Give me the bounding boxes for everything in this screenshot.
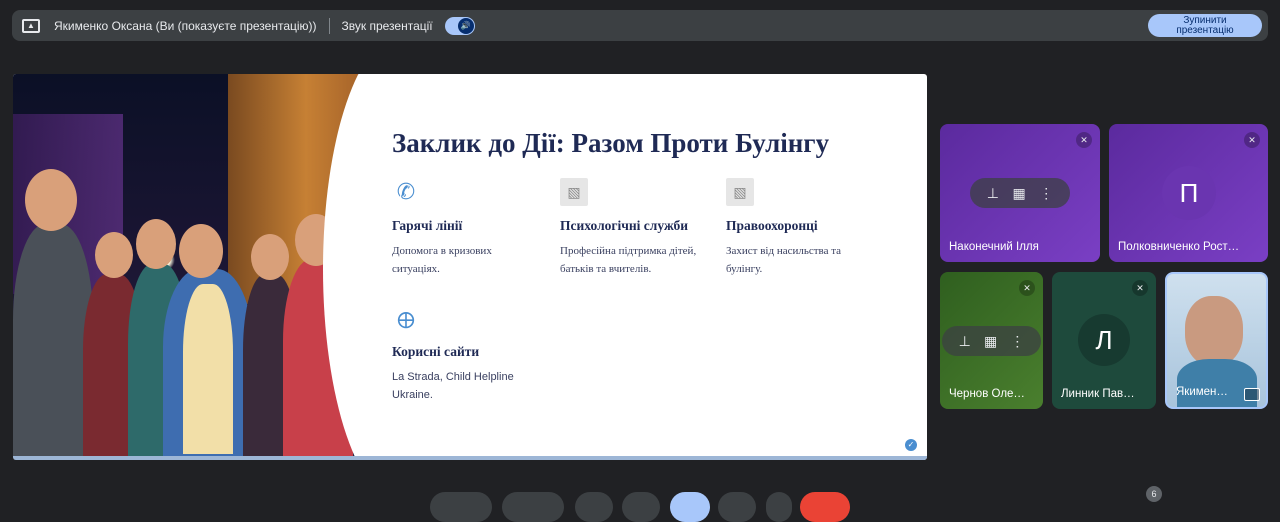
tile-controls: ⊥ ▦ ⋮ (970, 178, 1070, 208)
stop-presenting-button[interactable]: Зупинити презентацію (1148, 14, 1262, 37)
participant-tile[interactable]: ✕ П Полковниченко Рост… (1109, 124, 1268, 262)
phone-icon: ✆ (396, 179, 416, 204)
presentation-sound-toggle[interactable]: 🔊 (444, 16, 475, 35)
card-text: La Strada, Child Helpline Ukraine. (392, 371, 514, 401)
mic-off-icon: ✕ (1244, 132, 1260, 148)
participant-name: Полковниченко Рост… (1118, 241, 1240, 253)
check-icon: ✓ (905, 439, 917, 451)
card-useful-sites: 🜨 Корисні сайти La Strada, Child Helplin… (392, 304, 552, 404)
control-button[interactable] (766, 492, 792, 522)
card-heading: Правоохоронці (726, 218, 818, 233)
participant-tile[interactable]: ✕ ⊥ ▦ ⋮ Чернов Оле… (940, 272, 1043, 409)
presenting-bar: Якименко Оксана (Ви (показуєте презентац… (12, 10, 1268, 41)
more-icon[interactable]: ⋮ (1039, 185, 1053, 202)
image-placeholder-icon: ▧ (560, 178, 588, 206)
participant-tile-self[interactable]: Якимен… (1165, 272, 1268, 409)
card-heading: Гарячі лінії (392, 218, 463, 233)
more-icon[interactable]: ⋮ (1010, 333, 1024, 350)
leave-call-button[interactable] (800, 492, 850, 522)
participant-name: Чернов Оле… (949, 388, 1025, 400)
pin-icon[interactable]: ⊥ (987, 185, 999, 202)
card-text: Допомога в кризових ситуаціях. (392, 245, 492, 275)
divider (328, 17, 330, 34)
presenter-title: Якименко Оксана (Ви (показуєте презентац… (54, 18, 317, 33)
card-text: Захист від насильства та булінгу. (726, 245, 842, 275)
slide-progress (13, 456, 927, 460)
mic-off-icon: ✕ (1019, 280, 1035, 296)
presentation-sound-label: Звук презентації (341, 18, 433, 33)
present-screen-icon (22, 18, 40, 33)
children-photo (13, 74, 383, 460)
volume-icon: 🔊 (457, 17, 474, 34)
card-hotlines: ✆ Гарячі лінії Допомога в кризових ситуа… (392, 178, 552, 278)
avatar: Л (1078, 314, 1130, 366)
avatar: П (1162, 166, 1216, 220)
participant-name: Якимен… (1176, 386, 1228, 398)
mic-off-icon: ✕ (1076, 132, 1092, 148)
control-button[interactable] (502, 492, 564, 522)
tile-controls: ⊥ ▦ ⋮ (942, 326, 1041, 356)
slide-title: Заклик до Дії: Разом Проти Булінгу (392, 128, 830, 158)
pin-icon[interactable]: ⊥ (959, 333, 971, 350)
globe-icon: 🜨 (396, 308, 416, 333)
self-video (1185, 296, 1243, 366)
present-button[interactable] (670, 492, 710, 522)
control-button[interactable] (622, 492, 660, 522)
frame-icon[interactable]: ▦ (984, 333, 997, 350)
card-text: Професійна підтримка дітей, батьків та в… (560, 245, 697, 275)
card-heading: Психологічні служби (560, 218, 689, 233)
participant-tile[interactable]: ✕ Л Линник Пав… (1052, 272, 1156, 409)
control-button[interactable] (575, 492, 613, 522)
participant-tile[interactable]: ✕ ⊥ ▦ ⋮ Наконечний Ілля (940, 124, 1100, 262)
presentation-slide: Заклик до Дії: Разом Проти Булінгу ✆ Гар… (13, 74, 927, 460)
participant-name: Наконечний Ілля (949, 241, 1039, 253)
participant-count-badge: 6 (1146, 486, 1162, 502)
control-button[interactable] (430, 492, 492, 522)
mic-off-icon: ✕ (1132, 280, 1148, 296)
frame-icon[interactable]: ▦ (1012, 185, 1025, 202)
control-button[interactable] (718, 492, 756, 522)
card-psychology: ▧ Психологічні служби Професійна підтрим… (560, 178, 720, 278)
card-heading: Корисні сайти (392, 344, 480, 359)
image-placeholder-icon: ▧ (726, 178, 754, 206)
participant-name: Линник Пав… (1061, 388, 1135, 400)
card-law-enforcement: ▧ Правоохоронці Захист від насильства та… (726, 178, 886, 278)
pip-icon[interactable] (1244, 388, 1260, 401)
